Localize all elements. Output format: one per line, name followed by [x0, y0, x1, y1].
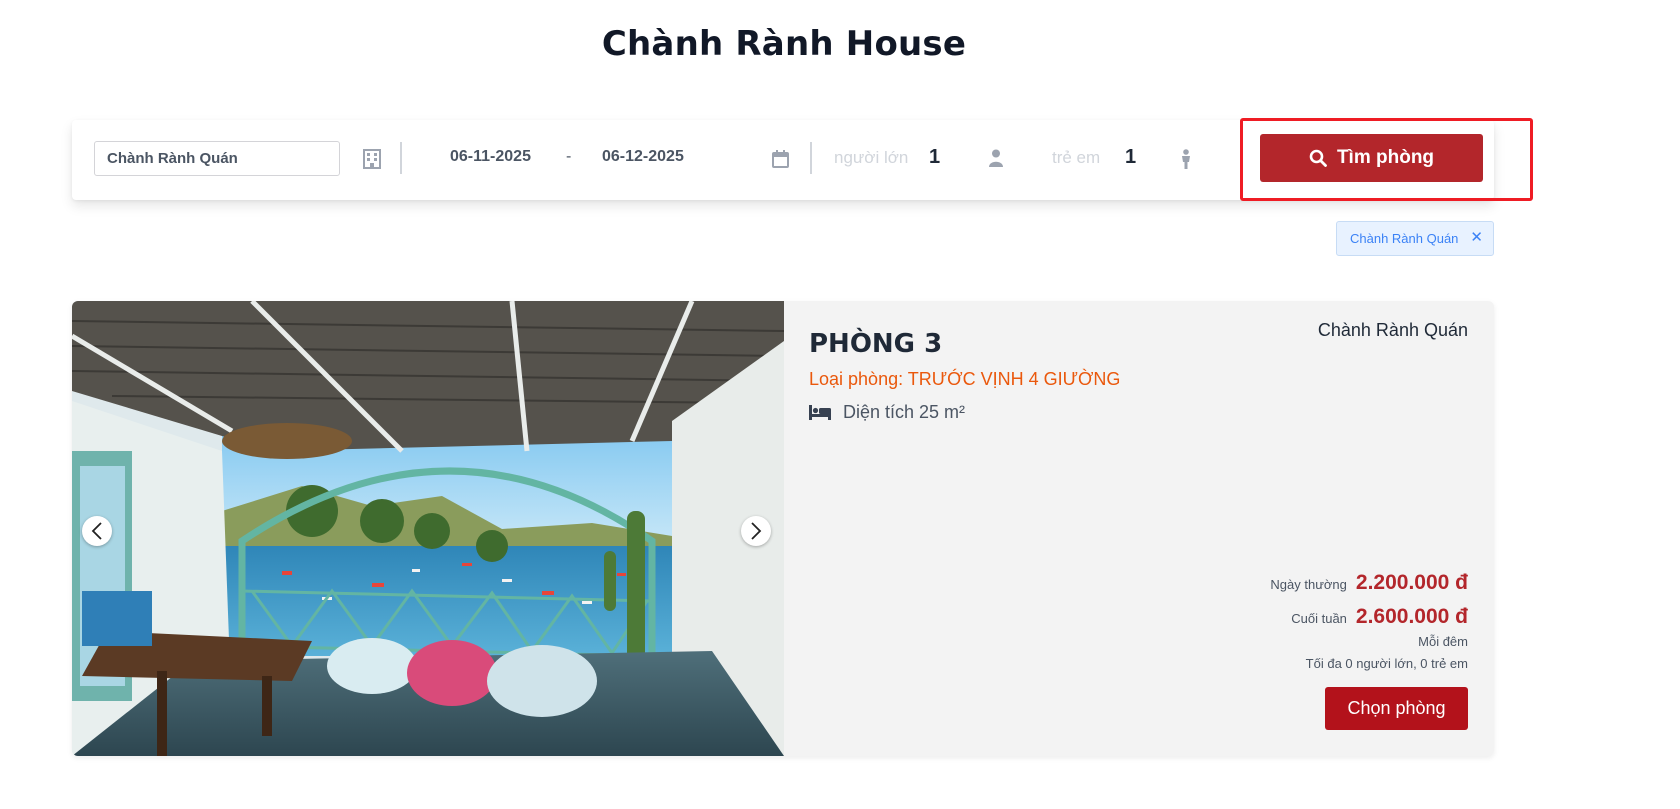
next-image-button[interactable] [741, 516, 771, 546]
weekday-label: Ngày thường [1270, 577, 1347, 592]
per-night-note: Mỗi đêm [1418, 634, 1468, 649]
hotel-name: Chành Rành Quán [1317, 320, 1468, 340]
filter-tag-label: Chành Rành Quán [1350, 231, 1459, 246]
adults-count[interactable]: 1 [929, 146, 940, 169]
max-guests-note: Tối đa 0 người lớn, 0 trẻ em [1305, 656, 1468, 671]
weekend-price: 2.600.000 đ [1355, 605, 1468, 628]
room-type: Loại phòng: TRƯỚC VỊNH 4 GIƯỜNG [809, 369, 1121, 389]
weekend-label: Cuối tuần [1291, 611, 1347, 626]
weekend-price-row: Cuối tuần 2.600.000 đ [1291, 605, 1468, 629]
divider [810, 142, 812, 174]
active-filter-tag: Chành Rành Quán ✕ [1336, 221, 1494, 256]
weekday-price-row: Ngày thường 2.200.000 đ [1270, 571, 1468, 595]
choose-room-button[interactable]: Chọn phòng [1325, 687, 1468, 730]
date-separator: - [566, 148, 572, 165]
building-icon [362, 148, 382, 170]
room-photo [72, 301, 784, 756]
weekday-price: 2.200.000 đ [1355, 571, 1468, 594]
close-icon[interactable]: ✕ [1470, 230, 1483, 246]
hotel-select-input[interactable]: Chành Rành Quán [94, 141, 340, 176]
page-title: Chành Rành House [601, 24, 967, 64]
search-rooms-button[interactable]: Tìm phòng [1260, 134, 1483, 182]
room-photo-carousel[interactable] [72, 301, 784, 756]
checkout-date[interactable]: 06-12-2025 [602, 148, 684, 166]
divider [400, 142, 402, 174]
search-icon [1309, 149, 1327, 167]
adult-person-icon[interactable] [987, 148, 1005, 168]
page-root: Chành Rành House Chành Rành Quán 06-11-2… [0, 0, 1680, 809]
checkin-date[interactable]: 06-11-2025 [450, 148, 531, 166]
chevron-right-icon [749, 522, 763, 540]
calendar-icon[interactable] [771, 149, 789, 169]
children-count[interactable]: 1 [1125, 146, 1136, 169]
bed-icon [809, 405, 831, 420]
chevron-left-icon [90, 522, 104, 540]
room-card: PHÒNG 3 Loại phòng: TRƯỚC VỊNH 4 GIƯỜNG … [72, 301, 1494, 756]
prev-image-button[interactable] [82, 516, 112, 546]
room-area: Diện tích 25 m² [809, 402, 965, 423]
room-name: PHÒNG 3 [809, 329, 943, 359]
adults-label: người lớn [834, 148, 909, 167]
children-label: trẻ em [1052, 148, 1101, 167]
room-area-text: Diện tích 25 m² [843, 402, 966, 422]
child-person-icon[interactable] [1178, 148, 1194, 170]
search-rooms-label: Tìm phòng [1336, 147, 1435, 168]
